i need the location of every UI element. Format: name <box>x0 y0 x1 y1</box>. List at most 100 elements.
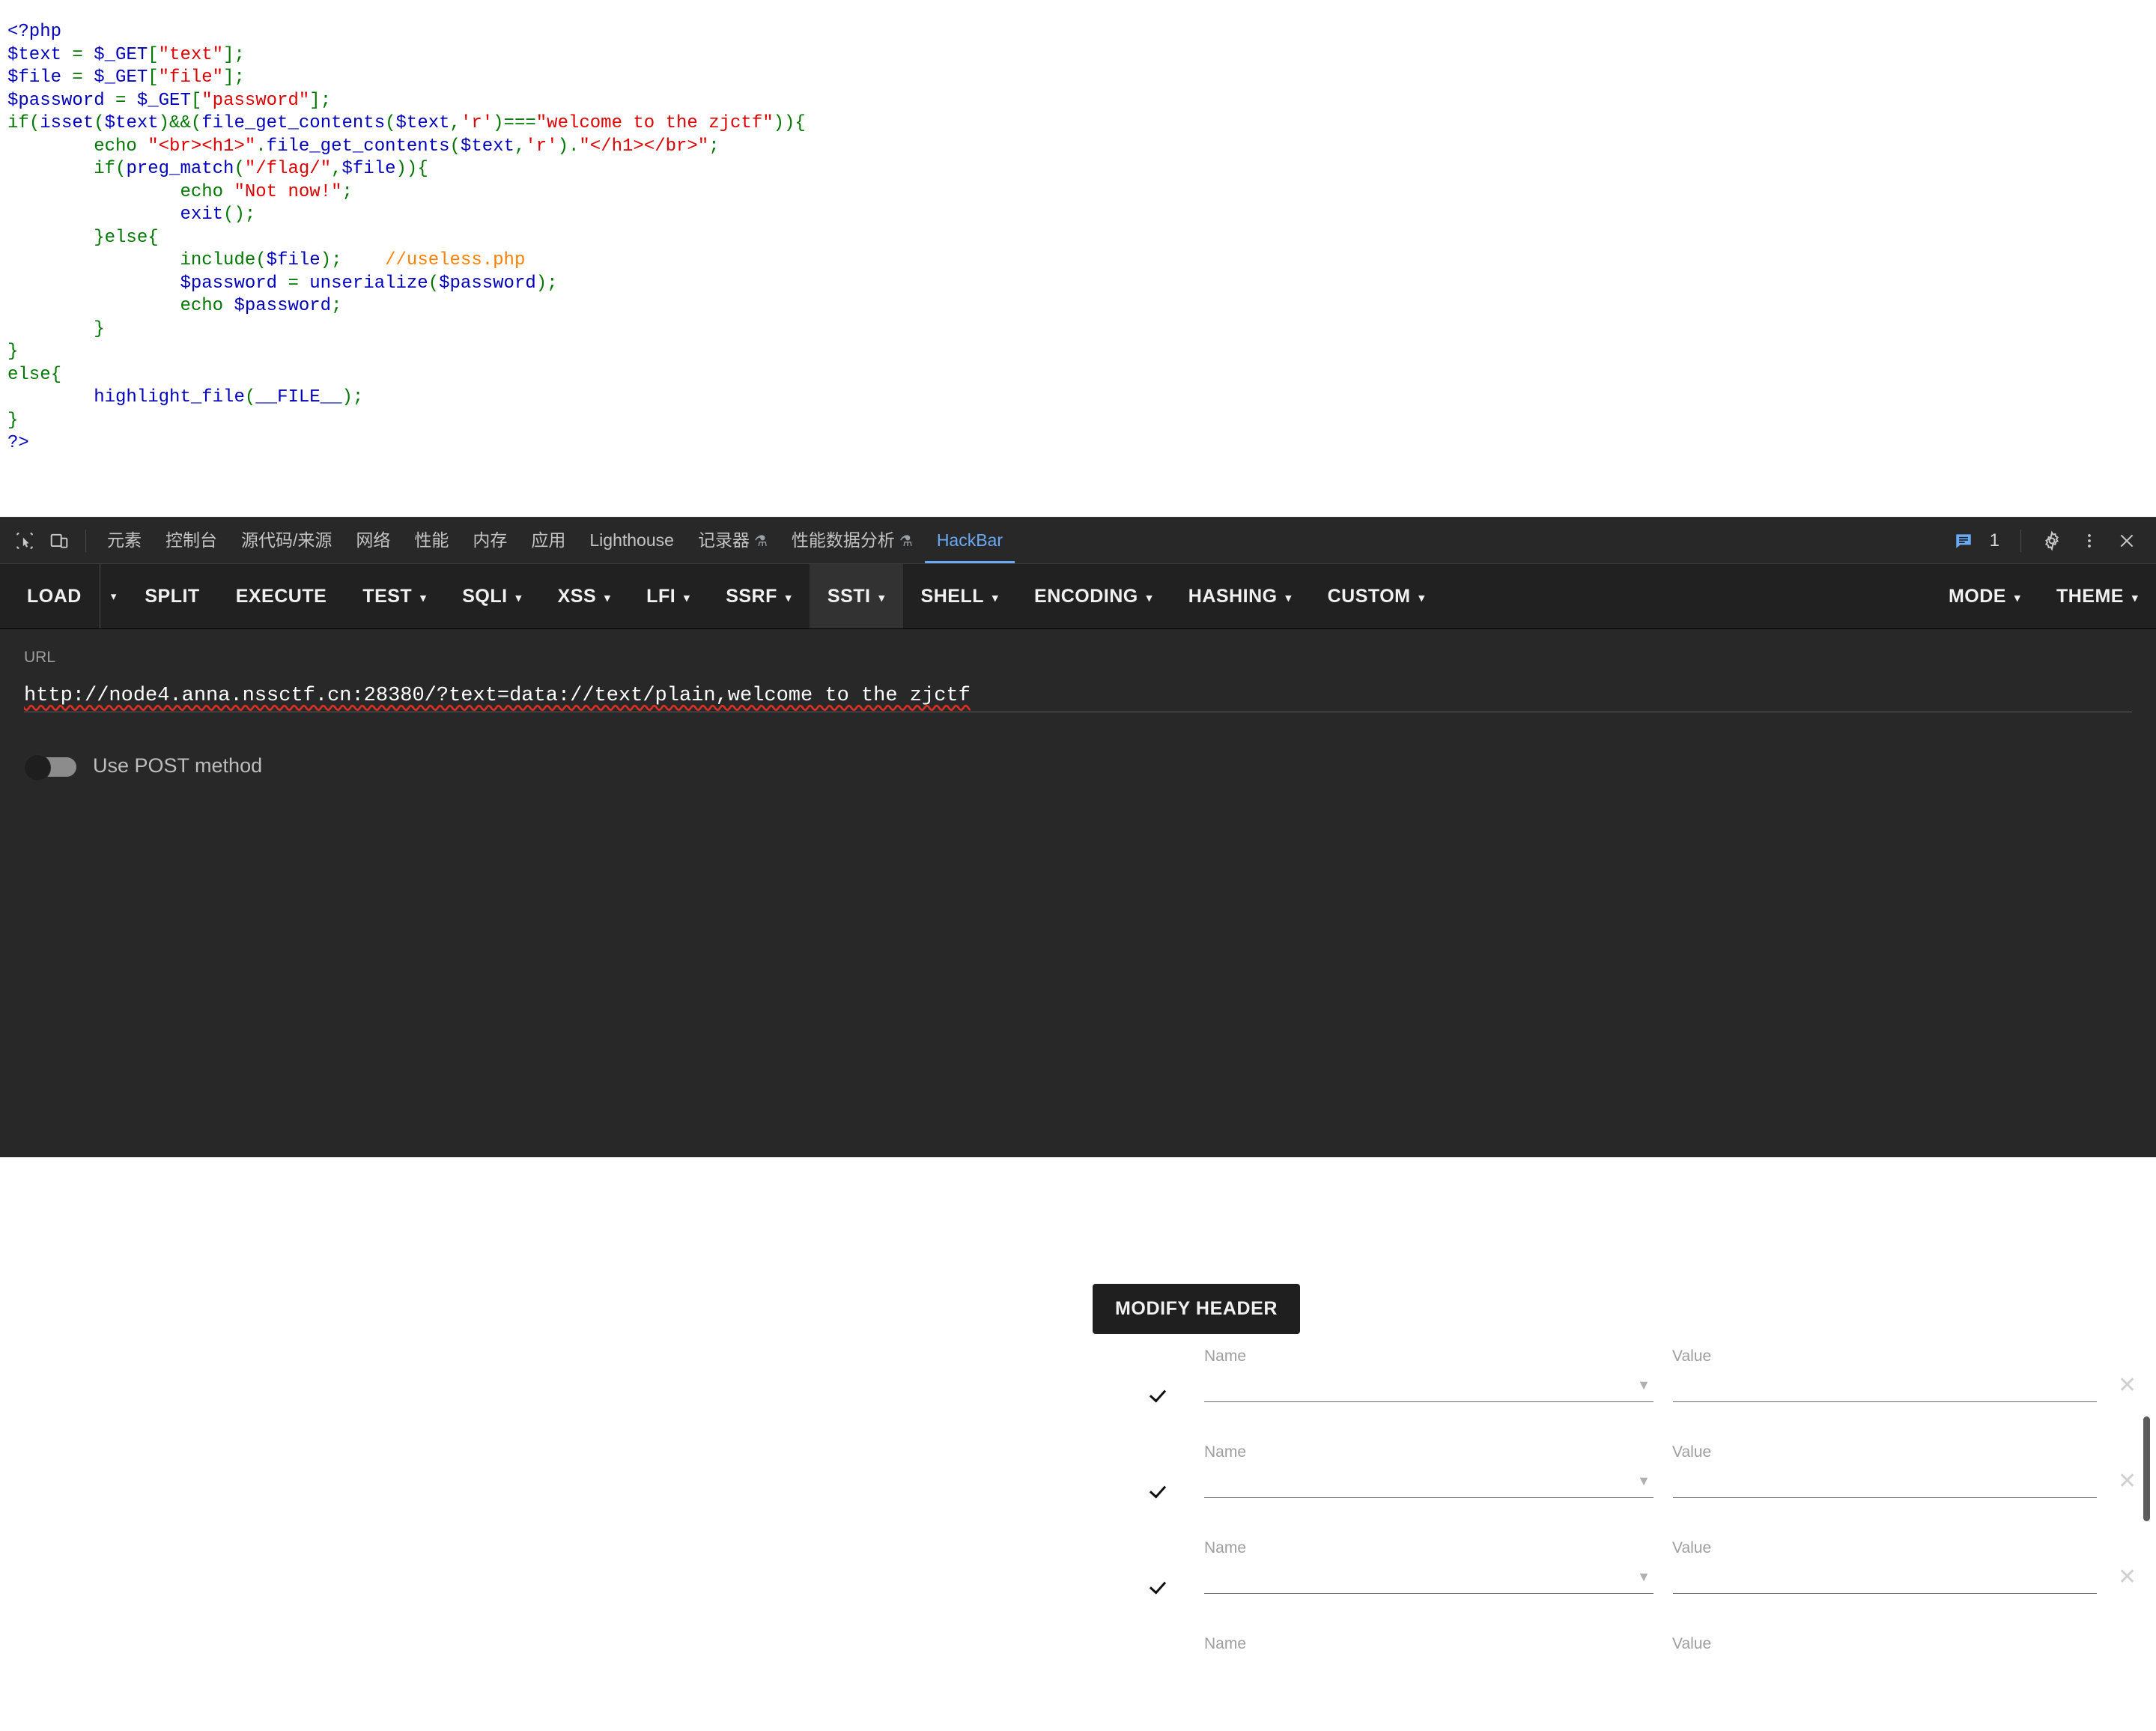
code-token: [ <box>191 91 201 111</box>
devtools-tab-label: 源代码/来源 <box>241 530 332 550</box>
chevron-down-icon: ▾ <box>786 591 792 604</box>
code-token: $_GET <box>94 45 148 65</box>
device-toolbar-icon[interactable] <box>42 524 76 558</box>
modify-header-button[interactable]: MODIFY HEADER <box>1093 1284 1300 1334</box>
code-token <box>7 387 94 407</box>
code-token: exit <box>180 204 223 225</box>
header-column-labels: NameValue <box>1146 1443 2142 1461</box>
devtools-tab-0[interactable]: 元素 <box>95 518 154 563</box>
messages-icon[interactable] <box>1946 524 1981 558</box>
url-input[interactable]: http://node4.anna.nssctf.cn:28380/?text=… <box>24 685 2132 712</box>
code-token: "password" <box>201 91 309 111</box>
hackbar-button-ssrf[interactable]: SSRF ▾ <box>708 564 810 628</box>
header-value-value: Mozilla/5.0 (Windows NT 10.0; W <box>1673 1469 2097 1491</box>
hackbar-button-xss[interactable]: XSS ▾ <box>540 564 629 628</box>
close-icon[interactable] <box>2110 524 2144 558</box>
chevron-down-icon[interactable]: ▼ <box>1637 1473 1651 1489</box>
header-name-input[interactable]: Accept▼ <box>1204 1565 1654 1594</box>
hackbar-button-execute[interactable]: EXECUTE <box>218 564 345 628</box>
code-token: } <box>7 319 105 339</box>
url-label: URL <box>24 649 2132 667</box>
hackbar-button-label: SPLIT <box>145 586 199 607</box>
devtools-tab-label: Lighthouse <box>589 530 674 550</box>
code-token: } <box>7 342 18 362</box>
chevron-down-icon: ▾ <box>516 591 522 604</box>
devtools-tab-4[interactable]: 性能 <box>402 518 461 563</box>
header-value-value: 1 <box>1673 1373 2097 1395</box>
hackbar-button-ssti[interactable]: SSTI▾ <box>810 564 903 628</box>
devtools-tab-1[interactable]: 控制台 <box>154 518 229 563</box>
use-post-method-label: Use POST method <box>93 754 262 777</box>
devtools-tab-7[interactable]: Lighthouse <box>577 518 686 563</box>
code-token: "</h1></br>" <box>579 136 708 157</box>
hackbar-button-label: XSS <box>558 586 597 607</box>
headers-scrollbar[interactable] <box>2143 1416 2150 1521</box>
hackbar-button-theme[interactable]: THEME▾ <box>2038 564 2156 628</box>
hackbar-button-lfi[interactable]: LFI▾ <box>628 564 708 628</box>
hackbar-button-sqli[interactable]: SQLI▾ <box>444 564 539 628</box>
devtools-tab-5[interactable]: 内存 <box>461 518 519 563</box>
header-enabled-checkbox[interactable] <box>1146 1479 1170 1503</box>
code-token <box>342 250 386 270</box>
header-enabled-checkbox[interactable] <box>1146 1383 1170 1407</box>
header-delete-icon[interactable]: ✕ <box>2118 1373 2137 1398</box>
hackbar-button-label: LFI <box>646 586 675 607</box>
kebab-menu-icon[interactable] <box>2072 524 2107 558</box>
hackbar-button-split[interactable]: SPLIT <box>127 564 217 628</box>
code-token: { <box>51 365 61 385</box>
hackbar-button-label: TEST <box>362 586 412 607</box>
code-token: ( <box>428 273 439 294</box>
header-delete-icon[interactable]: ✕ <box>2118 1565 2137 1590</box>
header-name-value: Upgrade-Insecure-Reques… <box>1204 1373 1654 1395</box>
devtools-tab-3[interactable]: 网络 <box>344 518 402 563</box>
code-token: __FILE__ <box>255 387 341 407</box>
use-post-method-toggle[interactable] <box>24 754 76 780</box>
hackbar-button-label: THEME <box>2056 586 2124 607</box>
header-name-input[interactable]: Upgrade-Insecure-Reques…▼ <box>1204 1373 1654 1402</box>
header-row: NameValue User-Agent▼ Mozilla/5.0 (Windows… <box>1146 1443 2142 1539</box>
chevron-down-icon: ▾ <box>879 591 885 604</box>
devtools-tab-8[interactable]: 记录器⚗ <box>686 518 780 563</box>
devtools-tab-2[interactable]: 源代码/来源 <box>229 518 344 563</box>
header-value-input[interactable]: Mozilla/5.0 (Windows NT 10.0; W <box>1673 1469 2097 1498</box>
hackbar-button-encoding[interactable]: ENCODING▾ <box>1016 564 1170 628</box>
code-token <box>7 250 180 270</box>
hackbar-button-load[interactable]: LOAD <box>0 564 100 628</box>
header-value-label: Value <box>1672 1539 1711 1557</box>
chevron-down-icon[interactable]: ▼ <box>1637 1569 1651 1585</box>
gear-icon[interactable] <box>2035 524 2069 558</box>
header-delete-icon[interactable]: ✕ <box>2118 1469 2137 1494</box>
chevron-down-icon[interactable]: ▼ <box>1637 1377 1651 1393</box>
url-input-value[interactable]: http://node4.anna.nssctf.cn:28380/?text=… <box>24 685 2132 707</box>
code-token: ( <box>115 159 126 179</box>
code-token: unserialize <box>309 273 428 294</box>
header-row: NameValue <box>1146 1635 2142 1731</box>
hackbar-button-shell[interactable]: SHELL▾ <box>903 564 1016 628</box>
header-enabled-checkbox[interactable] <box>1146 1575 1170 1599</box>
hackbar-button-hashing[interactable]: HASHING▾ <box>1170 564 1310 628</box>
code-token <box>7 273 180 294</box>
code-token: )){ <box>396 159 428 179</box>
hackbar-button-label: SSRF <box>726 586 777 607</box>
devtools-tab-9[interactable]: 性能数据分析⚗ <box>780 518 925 563</box>
inspect-element-icon[interactable] <box>7 524 42 558</box>
header-value-input[interactable]: text/html,application/xhtml+xml <box>1673 1565 2097 1594</box>
devtools-tab-6[interactable]: 应用 <box>519 518 577 563</box>
header-row: NameValueUpgrade-Insecure-Reques…▼1✕ <box>1146 1347 2142 1443</box>
chevron-down-icon: ▾ <box>604 591 610 604</box>
headers-panel: NameValueUpgrade-Insecure-Reques…▼1✕Name… <box>1146 1347 2142 1731</box>
header-value-input[interactable]: 1 <box>1673 1373 2097 1402</box>
devtools-tab-10[interactable]: HackBar <box>925 518 1015 563</box>
code-token <box>137 136 148 157</box>
header-column-labels: NameValue <box>1146 1635 2142 1653</box>
header-column-labels: NameValue <box>1146 1539 2142 1557</box>
hackbar-button-custom[interactable]: CUSTOM▾ <box>1310 564 1443 628</box>
code-token: ?> <box>7 433 29 453</box>
hackbar-button-test[interactable]: TEST▾ <box>344 564 444 628</box>
hackbar-button-label: SHELL <box>921 586 984 607</box>
header-name-input[interactable]: User-Agent▼ <box>1204 1469 1654 1498</box>
hackbar-load-dropdown-icon[interactable]: ▾ <box>100 564 127 628</box>
code-token <box>7 296 180 316</box>
hackbar-button-mode[interactable]: MODE▾ <box>1931 564 2038 628</box>
hackbar-button-label: ENCODING <box>1034 586 1138 607</box>
